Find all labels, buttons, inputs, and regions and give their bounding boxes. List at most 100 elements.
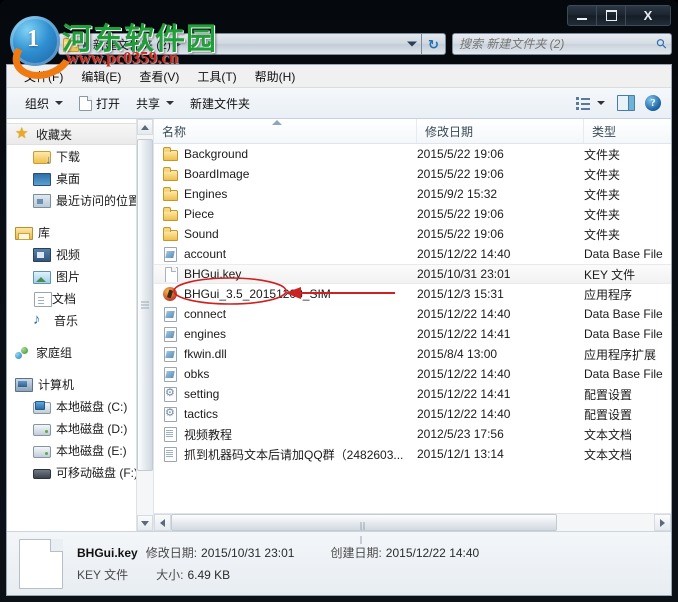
cell-type: 应用程序 (584, 287, 633, 302)
menu-edit[interactable]: 编辑(E) (72, 66, 130, 87)
sidebar-item-recent-places[interactable]: 最近访问的位置 (7, 189, 153, 211)
sidebar-item-computer[interactable]: 计算机 (7, 373, 153, 395)
table-row[interactable]: account 2015/12/22 14:40 Data Base File (154, 244, 671, 264)
details-file-name: BHGui.key (77, 545, 138, 560)
table-row[interactable]: BHGui_3.5_20151203_SIM 2015/12/3 15:31 应用程… (154, 284, 671, 304)
help-icon[interactable]: ? (645, 95, 661, 111)
new-folder-button[interactable]: 新建文件夹 (182, 92, 258, 115)
menu-file[interactable]: 文件(F) (15, 66, 72, 87)
sidebar-label: 最近访问的位置 (56, 193, 141, 208)
sort-ascending-icon (272, 120, 282, 125)
window-controls: X (567, 5, 671, 26)
navigation-buttons[interactable] (6, 32, 58, 56)
menu-tools[interactable]: 工具(T) (188, 66, 245, 87)
close-button[interactable]: X (626, 6, 670, 25)
navigation-pane-scrollbar[interactable] (136, 119, 153, 531)
sidebar-item-libraries[interactable]: 库 (7, 221, 153, 243)
table-row[interactable]: BoardImage 2015/5/22 19:06 文件夹 (154, 164, 671, 184)
cell-name: 视频教程 (154, 426, 417, 443)
library-icon (15, 227, 33, 240)
scroll-up-button[interactable] (137, 119, 153, 135)
menu-view[interactable]: 查看(V) (130, 66, 188, 87)
column-header-name[interactable]: 名称 (154, 119, 417, 143)
chevron-down-icon (55, 101, 64, 105)
document-icon (79, 95, 93, 111)
file-list-horizontal-scrollbar[interactable] (154, 513, 671, 544)
sidebar-item-favorites[interactable]: 收藏夹 (7, 123, 151, 145)
column-header-date[interactable]: 修改日期 (417, 119, 584, 143)
sidebar-item-drive-d[interactable]: 本地磁盘 (D:) (7, 417, 153, 439)
minimize-button[interactable] (568, 6, 597, 25)
hscrollbar-thumb[interactable] (171, 514, 557, 544)
search-box[interactable]: ⚲ (452, 33, 672, 55)
explorer-body: 收藏夹 下载 桌面 最近访问的位置 库 (7, 119, 671, 544)
column-header-type[interactable]: 类型 (584, 119, 671, 143)
table-row[interactable]: obks 2015/12/22 14:40 Data Base File (154, 364, 671, 384)
share-button[interactable]: 共享 (128, 92, 182, 115)
cell-name: fkwin.dll (154, 346, 417, 362)
sidebar-label: 图片 (56, 269, 81, 284)
chevron-down-icon[interactable] (407, 41, 417, 47)
table-row[interactable]: 抓到机器码文本后请加QQ群（2482603... 2015/12/1 13:14 文… (154, 444, 671, 464)
table-row[interactable]: tactics 2015/12/22 14:40 配置设置 (154, 404, 671, 424)
file-name: Sound (184, 227, 219, 241)
table-row[interactable]: engines 2015/12/22 14:41 Data Base File (154, 324, 671, 344)
table-row[interactable]: setting 2015/12/22 14:41 配置设置 (154, 384, 671, 404)
recent-places-icon (33, 194, 51, 208)
sidebar-item-drive-e[interactable]: 本地磁盘 (E:) (7, 439, 153, 461)
sidebar-item-drive-c[interactable]: 本地磁盘 (C:) (7, 395, 153, 417)
breadcrumb-separator-icon: ▶ (83, 38, 90, 49)
table-row[interactable]: Sound 2015/5/22 19:06 文件夹 (154, 224, 671, 244)
cell-name: setting (154, 386, 417, 402)
sidebar-item-drive-f[interactable]: 可移动磁盘 (F:) (7, 461, 153, 483)
sidebar-item-documents[interactable]: 文档 (7, 287, 153, 309)
breadcrumb-current[interactable]: 新建文件夹 (2) (93, 36, 171, 53)
scroll-left-button[interactable] (154, 514, 171, 531)
file-name: Engines (184, 187, 228, 201)
address-bar[interactable]: ▶ 新建文件夹 (2) ▶ (58, 33, 422, 55)
organize-button[interactable]: 组织 (17, 92, 71, 115)
folder-icon (162, 226, 178, 242)
scroll-right-button[interactable] (654, 514, 671, 531)
sidebar-item-downloads[interactable]: 下载 (7, 145, 153, 167)
table-row[interactable]: fkwin.dll 2015/8/4 13:00 应用程序扩展 (154, 344, 671, 364)
table-row[interactable]: 视频教程 2012/5/23 17:56 文本文档 (154, 424, 671, 444)
breadcrumb-next-icon[interactable]: ▶ (174, 39, 181, 50)
table-row[interactable]: BHGui.key 2015/10/31 23:01 KEY 文件 (154, 264, 671, 284)
sidebar-label: 桌面 (56, 171, 81, 186)
text-file-icon (162, 426, 178, 442)
cell-name: Background (154, 146, 417, 162)
documents-icon (34, 291, 52, 307)
hscrollbar-track[interactable] (171, 514, 654, 544)
scrollbar-track[interactable] (137, 135, 153, 515)
sidebar-item-music[interactable]: 音乐 (7, 309, 153, 331)
cell-type: 文件夹 (584, 227, 621, 242)
sidebar-item-pictures[interactable]: 图片 (7, 265, 153, 287)
preview-pane-icon[interactable] (617, 95, 635, 111)
menu-help[interactable]: 帮助(H) (246, 66, 305, 87)
sidebar-item-homegroup[interactable]: 家庭组 (7, 341, 153, 363)
column-label: 修改日期 (425, 124, 474, 139)
cell-type: 文本文档 (584, 447, 633, 462)
view-options-button[interactable] (574, 94, 607, 113)
table-row[interactable]: Background 2015/5/22 19:06 文件夹 (154, 144, 671, 164)
search-input[interactable] (457, 36, 654, 52)
sidebar-item-desktop[interactable]: 桌面 (7, 167, 153, 189)
cell-modified-date: 2015/5/22 19:06 (417, 147, 504, 161)
scroll-down-button[interactable] (137, 515, 153, 531)
chevron-down-icon (166, 101, 175, 105)
cell-name: connect (154, 306, 417, 322)
sidebar-item-videos[interactable]: 视频 (7, 243, 153, 265)
refresh-button[interactable]: ↻ (422, 33, 446, 55)
scrollbar-thumb[interactable] (137, 139, 153, 471)
open-label: 打开 (96, 96, 121, 111)
table-row[interactable]: Engines 2015/9/2 15:32 文件夹 (154, 184, 671, 204)
open-button[interactable]: 打开 (71, 92, 128, 115)
menu-bar: 文件(F) 编辑(E) 查看(V) 工具(T) 帮助(H) (7, 65, 671, 88)
maximize-button[interactable] (597, 6, 626, 25)
config-file-icon (162, 386, 178, 402)
table-row[interactable]: Piece 2015/5/22 19:06 文件夹 (154, 204, 671, 224)
database-file-icon (162, 366, 178, 382)
table-row[interactable]: connect 2015/12/22 14:40 Data Base File (154, 304, 671, 324)
